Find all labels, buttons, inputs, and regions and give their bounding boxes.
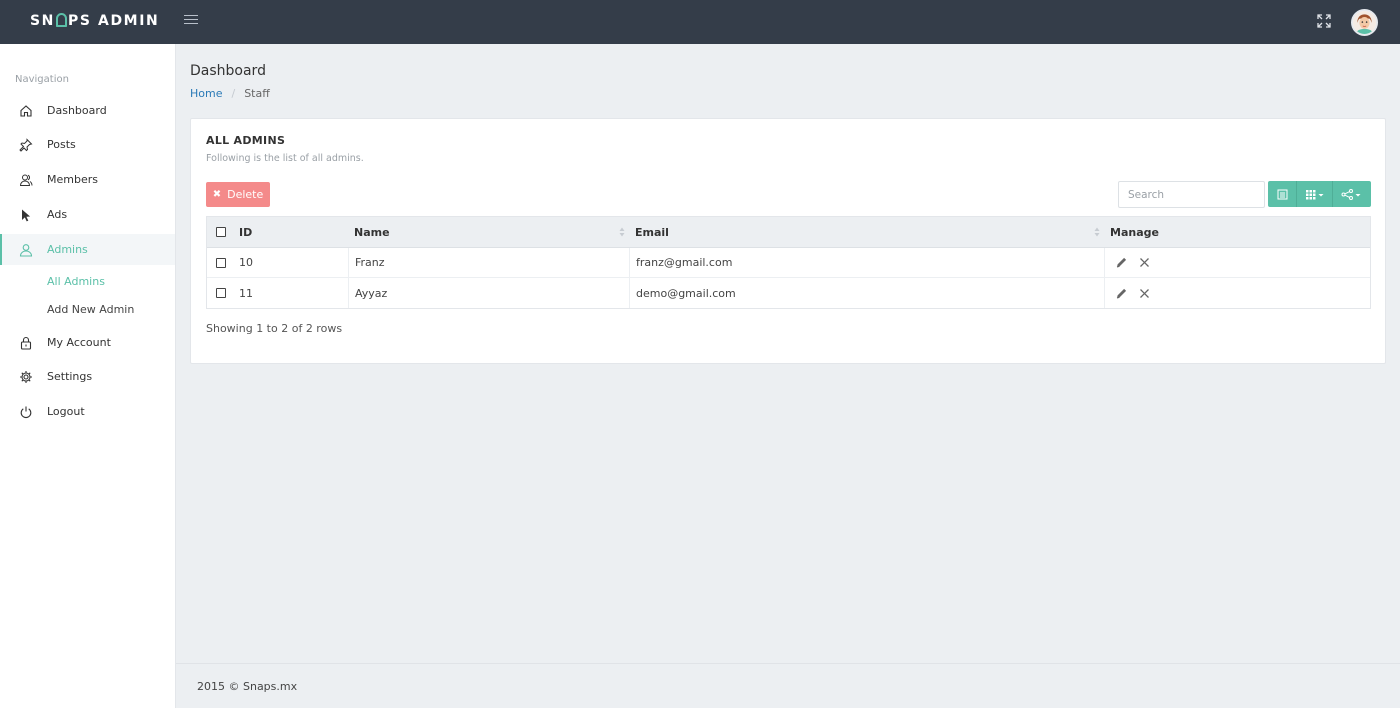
user-avatar[interactable] bbox=[1351, 9, 1378, 36]
sidebar: Navigation Dashboard Posts Members Ads A… bbox=[0, 44, 176, 708]
cell-email: demo@gmail.com bbox=[629, 278, 1104, 308]
sidebar-item-admins[interactable]: Admins bbox=[0, 234, 175, 265]
cell-name: Ayyaz bbox=[348, 278, 629, 308]
delete-button-label: Delete bbox=[227, 188, 264, 201]
home-icon bbox=[20, 105, 32, 117]
cell-manage bbox=[1104, 248, 1370, 277]
breadcrumb-home-link[interactable]: Home bbox=[190, 87, 222, 100]
brand-text-end: PS ADMIN bbox=[68, 13, 160, 29]
export-dropdown-button[interactable] bbox=[1333, 181, 1371, 207]
table-header: ID Name Email Manage bbox=[207, 217, 1370, 248]
cell-manage bbox=[1104, 278, 1370, 308]
breadcrumb-separator: / bbox=[231, 87, 236, 100]
sidebar-item-posts[interactable]: Posts bbox=[0, 129, 175, 160]
select-all-checkbox[interactable] bbox=[215, 227, 226, 237]
sort-icon[interactable] bbox=[1094, 227, 1100, 237]
edit-pencil-icon[interactable] bbox=[1115, 256, 1128, 269]
header-checkbox-cell bbox=[207, 217, 234, 247]
row-checkbox-cell bbox=[207, 278, 234, 308]
pin-icon bbox=[19, 138, 33, 152]
sidebar-subitem-all-admins[interactable]: All Admins bbox=[47, 275, 105, 288]
admins-card: ALL ADMINS Following is the list of all … bbox=[190, 118, 1386, 364]
row-checkbox[interactable] bbox=[215, 257, 226, 268]
nav-heading: Navigation bbox=[15, 74, 69, 85]
delete-x-icon[interactable] bbox=[1138, 256, 1151, 269]
members-icon bbox=[19, 174, 33, 186]
sidebar-item-label: Dashboard bbox=[47, 104, 107, 117]
toggle-view-button[interactable] bbox=[1268, 181, 1297, 207]
row-checkbox[interactable] bbox=[215, 288, 226, 298]
sidebar-item-my-account[interactable]: My Account bbox=[0, 327, 175, 358]
sidebar-item-label: Ads bbox=[47, 208, 68, 221]
sidebar-subitem-add-new-admin[interactable]: Add New Admin bbox=[47, 303, 134, 316]
column-header-name-label: Name bbox=[354, 225, 390, 239]
sidebar-item-label: Admins bbox=[47, 243, 88, 256]
gear-icon bbox=[20, 371, 32, 383]
edit-pencil-icon[interactable] bbox=[1115, 287, 1128, 300]
sidebar-item-label: Posts bbox=[47, 138, 76, 151]
sidebar-item-label: My Account bbox=[47, 336, 111, 349]
sidebar-item-label: Members bbox=[47, 173, 98, 186]
sidebar-item-logout[interactable]: Logout bbox=[0, 396, 175, 427]
delete-button[interactable]: ✖ Delete bbox=[206, 182, 270, 207]
sidebar-item-ads[interactable]: Ads bbox=[0, 199, 175, 230]
brand-text-start: SN bbox=[30, 13, 55, 29]
card-subtitle: Following is the list of all admins. bbox=[206, 153, 364, 164]
sidebar-item-dashboard[interactable]: Dashboard bbox=[0, 95, 175, 126]
search-input[interactable] bbox=[1118, 181, 1265, 208]
sidebar-item-label: Logout bbox=[47, 405, 85, 418]
cell-email: franz@gmail.com bbox=[629, 248, 1104, 277]
row-checkbox-cell bbox=[207, 248, 234, 277]
table-row: 11 Ayyaz demo@gmail.com bbox=[207, 278, 1370, 308]
delete-x-icon[interactable] bbox=[1138, 287, 1151, 300]
expand-icon[interactable] bbox=[1317, 14, 1331, 28]
card-title: ALL ADMINS bbox=[206, 134, 286, 147]
cell-id: 10 bbox=[239, 256, 253, 269]
cursor-icon bbox=[22, 209, 31, 222]
brand-logo[interactable]: SN PS ADMIN bbox=[30, 13, 159, 29]
column-header-name[interactable]: Name bbox=[348, 217, 629, 247]
sort-icon[interactable] bbox=[619, 227, 625, 237]
sidebar-item-label: Settings bbox=[47, 370, 93, 383]
list-view-icon bbox=[1277, 189, 1287, 199]
user-icon bbox=[19, 244, 33, 257]
columns-dropdown-button[interactable] bbox=[1297, 181, 1333, 207]
cell-name: Franz bbox=[348, 248, 629, 277]
breadcrumb: Home / Staff bbox=[190, 87, 270, 100]
sidebar-item-settings[interactable]: Settings bbox=[0, 361, 175, 392]
column-header-email-label: Email bbox=[635, 225, 669, 239]
breadcrumb-current: Staff bbox=[244, 87, 270, 100]
page-title: Dashboard bbox=[190, 63, 266, 79]
avatar-face-icon bbox=[1353, 11, 1376, 34]
table-toolbar bbox=[1268, 181, 1371, 207]
cell-id: 11 bbox=[239, 286, 253, 300]
close-icon: ✖ bbox=[212, 189, 222, 200]
share-icon bbox=[1341, 188, 1361, 200]
footer: 2015 © Snaps.mx bbox=[176, 663, 1400, 708]
pagination-info: Showing 1 to 2 of 2 rows bbox=[206, 322, 343, 335]
power-icon bbox=[20, 406, 32, 419]
ghost-logo-icon bbox=[56, 13, 67, 27]
table-row: 10 Franz franz@gmail.com bbox=[207, 248, 1370, 278]
hamburger-icon[interactable] bbox=[184, 15, 198, 29]
sidebar-item-members[interactable]: Members bbox=[0, 164, 175, 195]
footer-copyright: 2015 © Snaps.mx bbox=[197, 680, 298, 693]
admins-table: ID Name Email Manage 10 Franz franz@gmai… bbox=[206, 216, 1371, 309]
column-header-email[interactable]: Email bbox=[629, 217, 1104, 247]
top-bar: SN PS ADMIN bbox=[0, 0, 1400, 44]
column-header-manage: Manage bbox=[1110, 225, 1159, 239]
column-header-id[interactable]: ID bbox=[234, 217, 348, 247]
lock-icon bbox=[20, 336, 32, 350]
columns-grid-icon bbox=[1305, 189, 1323, 199]
